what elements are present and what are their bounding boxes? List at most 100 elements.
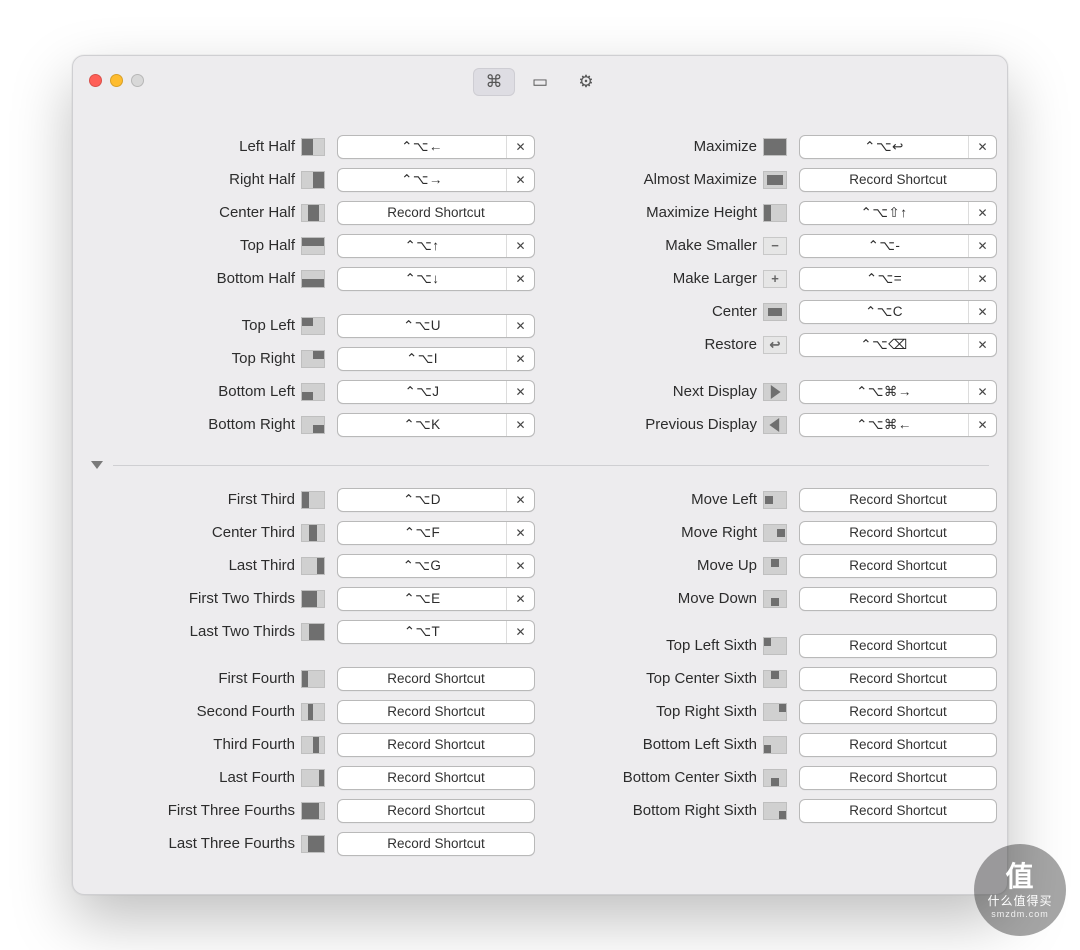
move-left-label: Move Left xyxy=(545,491,763,508)
restore-shortcut-field[interactable]: ⌃⌥⌫✕ xyxy=(799,333,997,357)
top-right-shortcut-field[interactable]: ⌃⌥I✕ xyxy=(337,347,535,371)
first-third-shortcut-field[interactable]: ⌃⌥D✕ xyxy=(337,488,535,512)
last-third-shortcut-field[interactable]: ⌃⌥G✕ xyxy=(337,554,535,578)
last-two-thirds-shortcut-value: ⌃⌥T xyxy=(338,621,506,643)
make-larger-shortcut-field[interactable]: ⌃⌥=✕ xyxy=(799,267,997,291)
next-display-clear-button[interactable]: ✕ xyxy=(968,381,996,403)
center-third-clear-button[interactable]: ✕ xyxy=(506,522,534,544)
row-center-half: Center HalfRecord Shortcut✕ xyxy=(83,196,535,229)
top-center-sixth-shortcut-field[interactable]: Record Shortcut✕ xyxy=(799,667,997,691)
center-third-shortcut-field[interactable]: ⌃⌥F✕ xyxy=(337,521,535,545)
bottom-right-shortcut-field[interactable]: ⌃⌥K✕ xyxy=(337,413,535,437)
third-fourth-shortcut-field[interactable]: Record Shortcut✕ xyxy=(337,733,535,757)
previous-display-shortcut-value: ⌃⌥⌘← xyxy=(800,414,968,436)
bottom-half-label: Bottom Half xyxy=(83,270,301,287)
close-window-button[interactable] xyxy=(89,74,102,87)
almost-maximize-label: Almost Maximize xyxy=(545,171,763,188)
top-right-clear-button[interactable]: ✕ xyxy=(506,348,534,370)
center-clear-button[interactable]: ✕ xyxy=(968,301,996,323)
toolbar-tabs: ⌘ ▭ ⚙︎ xyxy=(473,68,607,96)
second-fourth-shortcut-field[interactable]: Record Shortcut✕ xyxy=(337,700,535,724)
top-left-label: Top Left xyxy=(83,317,301,334)
row-last-two-thirds: Last Two Thirds ⌃⌥T✕ xyxy=(83,615,535,648)
top-half-clear-button[interactable]: ✕ xyxy=(506,235,534,257)
first-three-fourths-shortcut-field[interactable]: Record Shortcut✕ xyxy=(337,799,535,823)
previous-display-clear-button[interactable]: ✕ xyxy=(968,414,996,436)
second-fourth-label: Second Fourth xyxy=(83,703,301,720)
top-left-clear-button[interactable]: ✕ xyxy=(506,315,534,337)
almost-maximize-shortcut-field[interactable]: Record Shortcut✕ xyxy=(799,168,997,192)
maximize-height-shortcut-field[interactable]: ⌃⌥⇧↑✕ xyxy=(799,201,997,225)
bottom-center-sixth-shortcut-value: Record Shortcut xyxy=(800,767,996,789)
top-left-shortcut-field[interactable]: ⌃⌥U✕ xyxy=(337,314,535,338)
move-left-icon xyxy=(763,491,787,509)
bottom-center-sixth-shortcut-field[interactable]: Record Shortcut✕ xyxy=(799,766,997,790)
minimize-window-button[interactable] xyxy=(110,74,123,87)
bottom-left-clear-button[interactable]: ✕ xyxy=(506,381,534,403)
center-shortcut-field[interactable]: ⌃⌥C✕ xyxy=(799,300,997,324)
move-up-shortcut-field[interactable]: Record Shortcut✕ xyxy=(799,554,997,578)
move-left-shortcut-value: Record Shortcut xyxy=(800,489,996,511)
last-third-clear-button[interactable]: ✕ xyxy=(506,555,534,577)
first-two-thirds-shortcut-field[interactable]: ⌃⌥E✕ xyxy=(337,587,535,611)
maximize-clear-button[interactable]: ✕ xyxy=(968,136,996,158)
disclosure-toggle[interactable] xyxy=(91,461,103,469)
next-display-shortcut-field[interactable]: ⌃⌥⌘→✕ xyxy=(799,380,997,404)
move-up-label: Move Up xyxy=(545,557,763,574)
top-left-icon xyxy=(301,317,325,335)
top-right-label: Top Right xyxy=(83,350,301,367)
maximize-height-clear-button[interactable]: ✕ xyxy=(968,202,996,224)
first-two-thirds-shortcut-value: ⌃⌥E xyxy=(338,588,506,610)
tab-snap-areas[interactable]: ▭ xyxy=(519,68,561,96)
shortcut-group: Maximize⌃⌥↩✕Almost MaximizeRecord Shortc… xyxy=(545,130,997,361)
shortcut-group: Move LeftRecord Shortcut✕Move RightRecor… xyxy=(545,483,997,615)
make-larger-clear-button[interactable]: ✕ xyxy=(968,268,996,290)
first-two-thirds-clear-button[interactable]: ✕ xyxy=(506,588,534,610)
top-right-sixth-shortcut-field[interactable]: Record Shortcut✕ xyxy=(799,700,997,724)
make-smaller-clear-button[interactable]: ✕ xyxy=(968,235,996,257)
make-larger-label: Make Larger xyxy=(545,270,763,287)
tab-shortcuts[interactable]: ⌘ xyxy=(473,68,515,96)
top-center-sixth-icon xyxy=(763,670,787,688)
right-half-shortcut-field[interactable]: ⌃⌥→✕ xyxy=(337,168,535,192)
left-half-clear-button[interactable]: ✕ xyxy=(506,136,534,158)
move-up-icon xyxy=(763,557,787,575)
top-half-shortcut-field[interactable]: ⌃⌥↑✕ xyxy=(337,234,535,258)
last-two-thirds-clear-button[interactable]: ✕ xyxy=(506,621,534,643)
left-half-shortcut-field[interactable]: ⌃⌥←✕ xyxy=(337,135,535,159)
row-move-up: Move Up Record Shortcut✕ xyxy=(545,549,997,582)
third-fourth-label: Third Fourth xyxy=(83,736,301,753)
previous-display-shortcut-field[interactable]: ⌃⌥⌘←✕ xyxy=(799,413,997,437)
first-third-clear-button[interactable]: ✕ xyxy=(506,489,534,511)
last-two-thirds-label: Last Two Thirds xyxy=(83,623,301,640)
zoom-window-button[interactable] xyxy=(131,74,144,87)
center-half-shortcut-field[interactable]: Record Shortcut✕ xyxy=(337,201,535,225)
restore-clear-button[interactable]: ✕ xyxy=(968,334,996,356)
right-half-clear-button[interactable]: ✕ xyxy=(506,169,534,191)
last-two-thirds-shortcut-field[interactable]: ⌃⌥T✕ xyxy=(337,620,535,644)
move-left-shortcut-field[interactable]: Record Shortcut✕ xyxy=(799,488,997,512)
move-right-shortcut-field[interactable]: Record Shortcut✕ xyxy=(799,521,997,545)
bottom-left-shortcut-field[interactable]: ⌃⌥J✕ xyxy=(337,380,535,404)
first-fourth-shortcut-field[interactable]: Record Shortcut✕ xyxy=(337,667,535,691)
top-left-sixth-shortcut-field[interactable]: Record Shortcut✕ xyxy=(799,634,997,658)
bottom-right-clear-button[interactable]: ✕ xyxy=(506,414,534,436)
make-smaller-shortcut-field[interactable]: ⌃⌥-✕ xyxy=(799,234,997,258)
top-right-sixth-icon xyxy=(763,703,787,721)
row-last-third: Last Third⌃⌥G✕ xyxy=(83,549,535,582)
almost-maximize-shortcut-value: Record Shortcut xyxy=(800,169,996,191)
tab-settings[interactable]: ⚙︎ xyxy=(565,68,607,96)
last-three-fourths-shortcut-field[interactable]: Record Shortcut✕ xyxy=(337,832,535,856)
bottom-left-sixth-shortcut-field[interactable]: Record Shortcut✕ xyxy=(799,733,997,757)
shortcut-group: Left Half⌃⌥←✕Right Half⌃⌥→✕Center HalfRe… xyxy=(83,130,535,295)
bottom-half-shortcut-field[interactable]: ⌃⌥↓✕ xyxy=(337,267,535,291)
bottom-half-clear-button[interactable]: ✕ xyxy=(506,268,534,290)
last-fourth-shortcut-field[interactable]: Record Shortcut✕ xyxy=(337,766,535,790)
move-down-shortcut-field[interactable]: Record Shortcut✕ xyxy=(799,587,997,611)
section-divider xyxy=(83,461,997,469)
maximize-shortcut-field[interactable]: ⌃⌥↩✕ xyxy=(799,135,997,159)
maximize-height-icon xyxy=(763,204,787,222)
row-first-three-fourths: First Three FourthsRecord Shortcut✕ xyxy=(83,794,535,827)
titlebar: ⌘ ▭ ⚙︎ xyxy=(73,56,1007,108)
bottom-right-sixth-shortcut-field[interactable]: Record Shortcut✕ xyxy=(799,799,997,823)
